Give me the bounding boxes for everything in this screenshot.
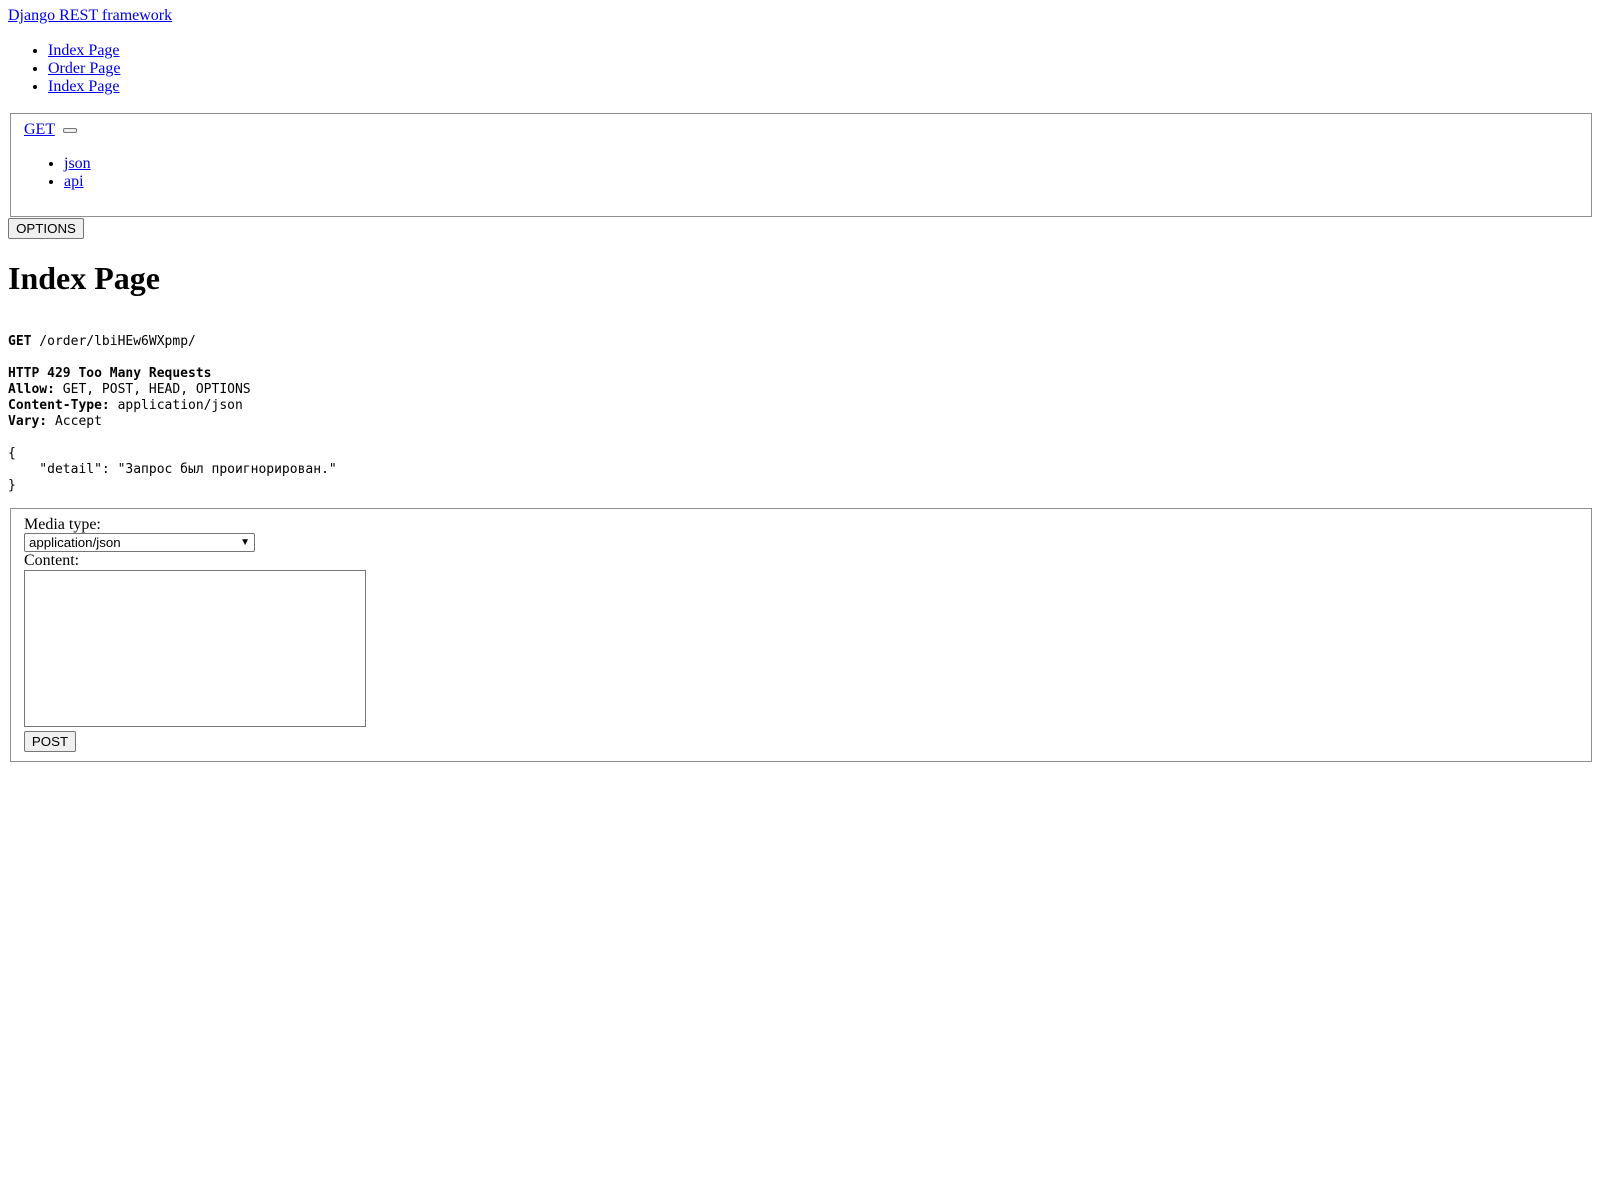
format-link-json[interactable]: json bbox=[64, 155, 91, 172]
request-method: GET bbox=[8, 334, 32, 349]
breadcrumb-link-order[interactable]: Order Page bbox=[48, 60, 120, 77]
format-link-api[interactable]: api bbox=[64, 173, 84, 190]
chevron-down-icon: ▼ bbox=[240, 537, 250, 548]
breadcrumb-item: Order Page bbox=[48, 60, 120, 78]
breadcrumb: Index Page Order Page Index Page bbox=[8, 42, 120, 96]
header-value-vary: Accept bbox=[47, 414, 102, 429]
breadcrumb-item: Index Page bbox=[48, 42, 120, 60]
header-name-vary: Vary: bbox=[8, 414, 48, 429]
breadcrumb-link-index[interactable]: Index Page bbox=[48, 42, 120, 59]
response-body-open: { bbox=[8, 446, 16, 461]
media-type-selected: application/json bbox=[29, 535, 121, 550]
get-link[interactable]: GET bbox=[24, 121, 55, 138]
media-type-select[interactable]: application/json ▼ bbox=[24, 533, 255, 552]
response-status: HTTP 429 Too Many Requests bbox=[8, 366, 212, 381]
header-name-content-type: Content-Type: bbox=[8, 398, 110, 413]
header-value-allow: GET, POST, HEAD, OPTIONS bbox=[54, 382, 251, 397]
response-info: GET /order/lbiHEw6WXpmp/ HTTP 429 Too Ma… bbox=[8, 334, 337, 494]
post-form: Media type: application/json ▼ Content: … bbox=[10, 508, 1592, 762]
breadcrumb-link-index-current[interactable]: Index Page bbox=[48, 78, 120, 95]
request-path: /order/lbiHEw6WXpmp/ bbox=[31, 334, 196, 349]
content-textarea[interactable] bbox=[24, 570, 366, 727]
content-label: Content: bbox=[24, 552, 80, 569]
media-type-label: Media type: bbox=[24, 516, 101, 533]
page-title: Index Page bbox=[8, 260, 160, 296]
response-body-detail: "detail": "Запрос был проигнорирован." bbox=[8, 462, 337, 477]
header-value-content-type: application/json bbox=[109, 398, 243, 413]
get-header: GET bbox=[24, 121, 77, 139]
post-button[interactable]: POST bbox=[24, 731, 76, 752]
format-list: json api bbox=[24, 155, 91, 191]
header-name-allow: Allow: bbox=[8, 382, 55, 397]
get-format-panel: GET json api bbox=[10, 113, 1592, 217]
breadcrumb-item: Index Page bbox=[48, 78, 120, 96]
format-item: json bbox=[64, 155, 91, 173]
format-item: api bbox=[64, 173, 91, 191]
options-button[interactable]: OPTIONS bbox=[8, 218, 84, 239]
brand-link[interactable]: Django REST framework bbox=[8, 7, 172, 25]
response-body-close: } bbox=[8, 478, 16, 493]
format-dropdown-toggle[interactable] bbox=[62, 127, 77, 133]
